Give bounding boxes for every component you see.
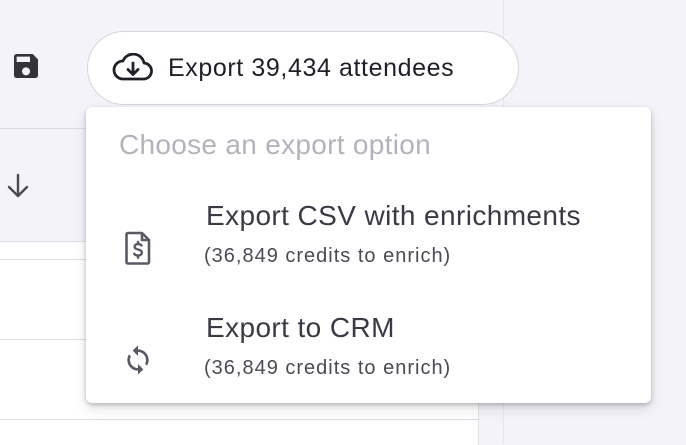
cloud-download-icon (112, 53, 153, 81)
menu-item-subtitle: (36,849 credits to enrich) (204, 245, 452, 267)
menu-item-title: Export CSV with enrichments (206, 200, 581, 231)
menu-item-export-csv[interactable]: Export CSV with enrichments (36,849 cred… (86, 200, 651, 296)
floppy-disk-icon (14, 54, 38, 78)
arrow-down-icon (7, 173, 29, 198)
export-button-label: Export 39,434 attendees (168, 53, 455, 82)
menu-item-title: Export to CRM (206, 312, 395, 343)
export-attendees-button[interactable]: Export 39,434 attendees (87, 31, 519, 105)
file-dollar-icon (120, 230, 156, 266)
menu-hint: Choose an export option (119, 129, 432, 160)
save-button[interactable] (10, 50, 42, 82)
table-row-divider (0, 419, 478, 420)
menu-item-subtitle: (36,849 credits to enrich) (204, 357, 452, 379)
sort-button[interactable] (5, 172, 31, 200)
export-options-menu: Choose an export option Export CSV with … (86, 107, 651, 403)
sync-icon (120, 342, 156, 378)
menu-item-export-crm[interactable]: Export to CRM (36,849 credits to enrich) (86, 312, 651, 408)
